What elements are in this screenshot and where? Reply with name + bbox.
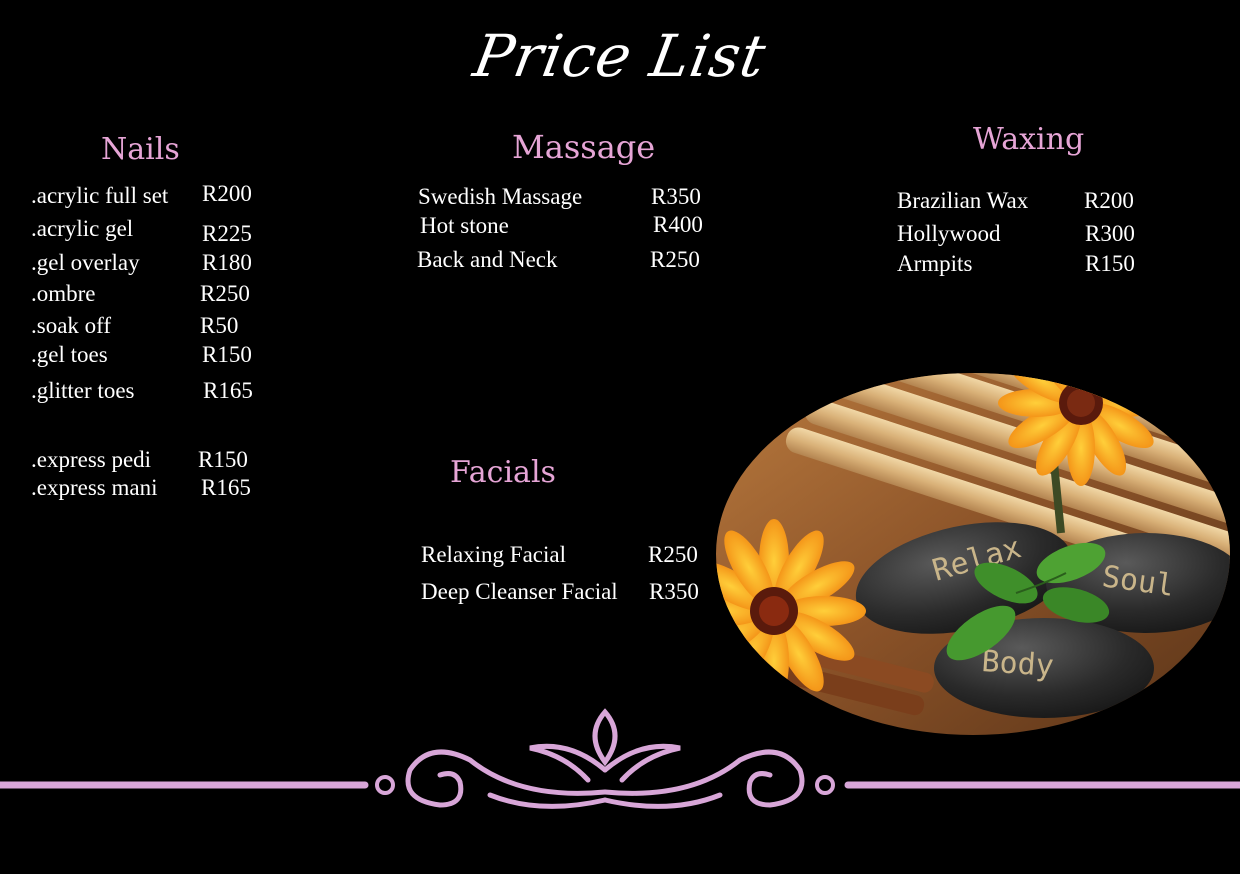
nails-item-price: R180 [202,250,252,275]
facials-item-name: Relaxing Facial [421,542,566,567]
massage-item-name: Hot stone [420,213,509,238]
nails-item-name: .acrylic full set [31,183,169,208]
nails-item-price: R150 [202,342,252,367]
waxing-item-price: R300 [1085,221,1135,246]
massage-item-price: R400 [653,212,703,237]
ornament-divider [0,708,1240,809]
nails-item-price: R250 [200,281,250,306]
nails-item-price: R200 [202,181,252,206]
waxing-item-name: Armpits [897,251,973,276]
massage-item-name: Back and Neck [417,247,558,272]
waxing-item-name: Hollywood [897,221,1001,246]
spa-photo: Relax Soul Body [716,373,1230,735]
nails-item-name: .ombre [31,281,96,306]
nails-heading: Nails [101,132,180,167]
nails-item-price: R225 [202,221,252,246]
massage-heading: Massage [512,128,656,166]
nails-item-name: .express mani [31,475,158,500]
nails-item-name: .gel toes [31,342,108,367]
nails-item-price: R50 [200,313,239,338]
waxing-item-name: Brazilian Wax [897,188,1029,213]
nails-item-price: R150 [198,447,248,472]
flourish-icon [405,708,805,809]
stone-body-text: Body [980,644,1055,684]
massage-item-name: Swedish Massage [418,184,583,209]
nails-item-name: .acrylic gel [31,216,134,241]
nails-item-name: .express pedi [31,447,152,472]
nails-item-name: .soak off [31,313,112,338]
facials-heading: Facials [450,455,556,490]
page-title: Price List [468,22,772,90]
waxing-heading: Waxing [973,122,1085,157]
facials-item-price: R350 [649,579,699,604]
waxing-item-price: R200 [1084,188,1134,213]
ornament-dot-right [815,775,835,795]
facials-item-name: Deep Cleanser Facial [421,579,618,604]
waxing-item-price: R150 [1085,251,1135,276]
nails-item-name: .glitter toes [31,378,135,403]
massage-item-price: R250 [650,247,700,272]
nails-item-price: R165 [201,475,251,500]
facials-item-price: R250 [648,542,698,567]
ornament-dot-left [375,775,395,795]
massage-item-price: R350 [651,184,701,209]
nails-item-name: .gel overlay [31,250,140,275]
nails-item-price: R165 [203,378,253,403]
